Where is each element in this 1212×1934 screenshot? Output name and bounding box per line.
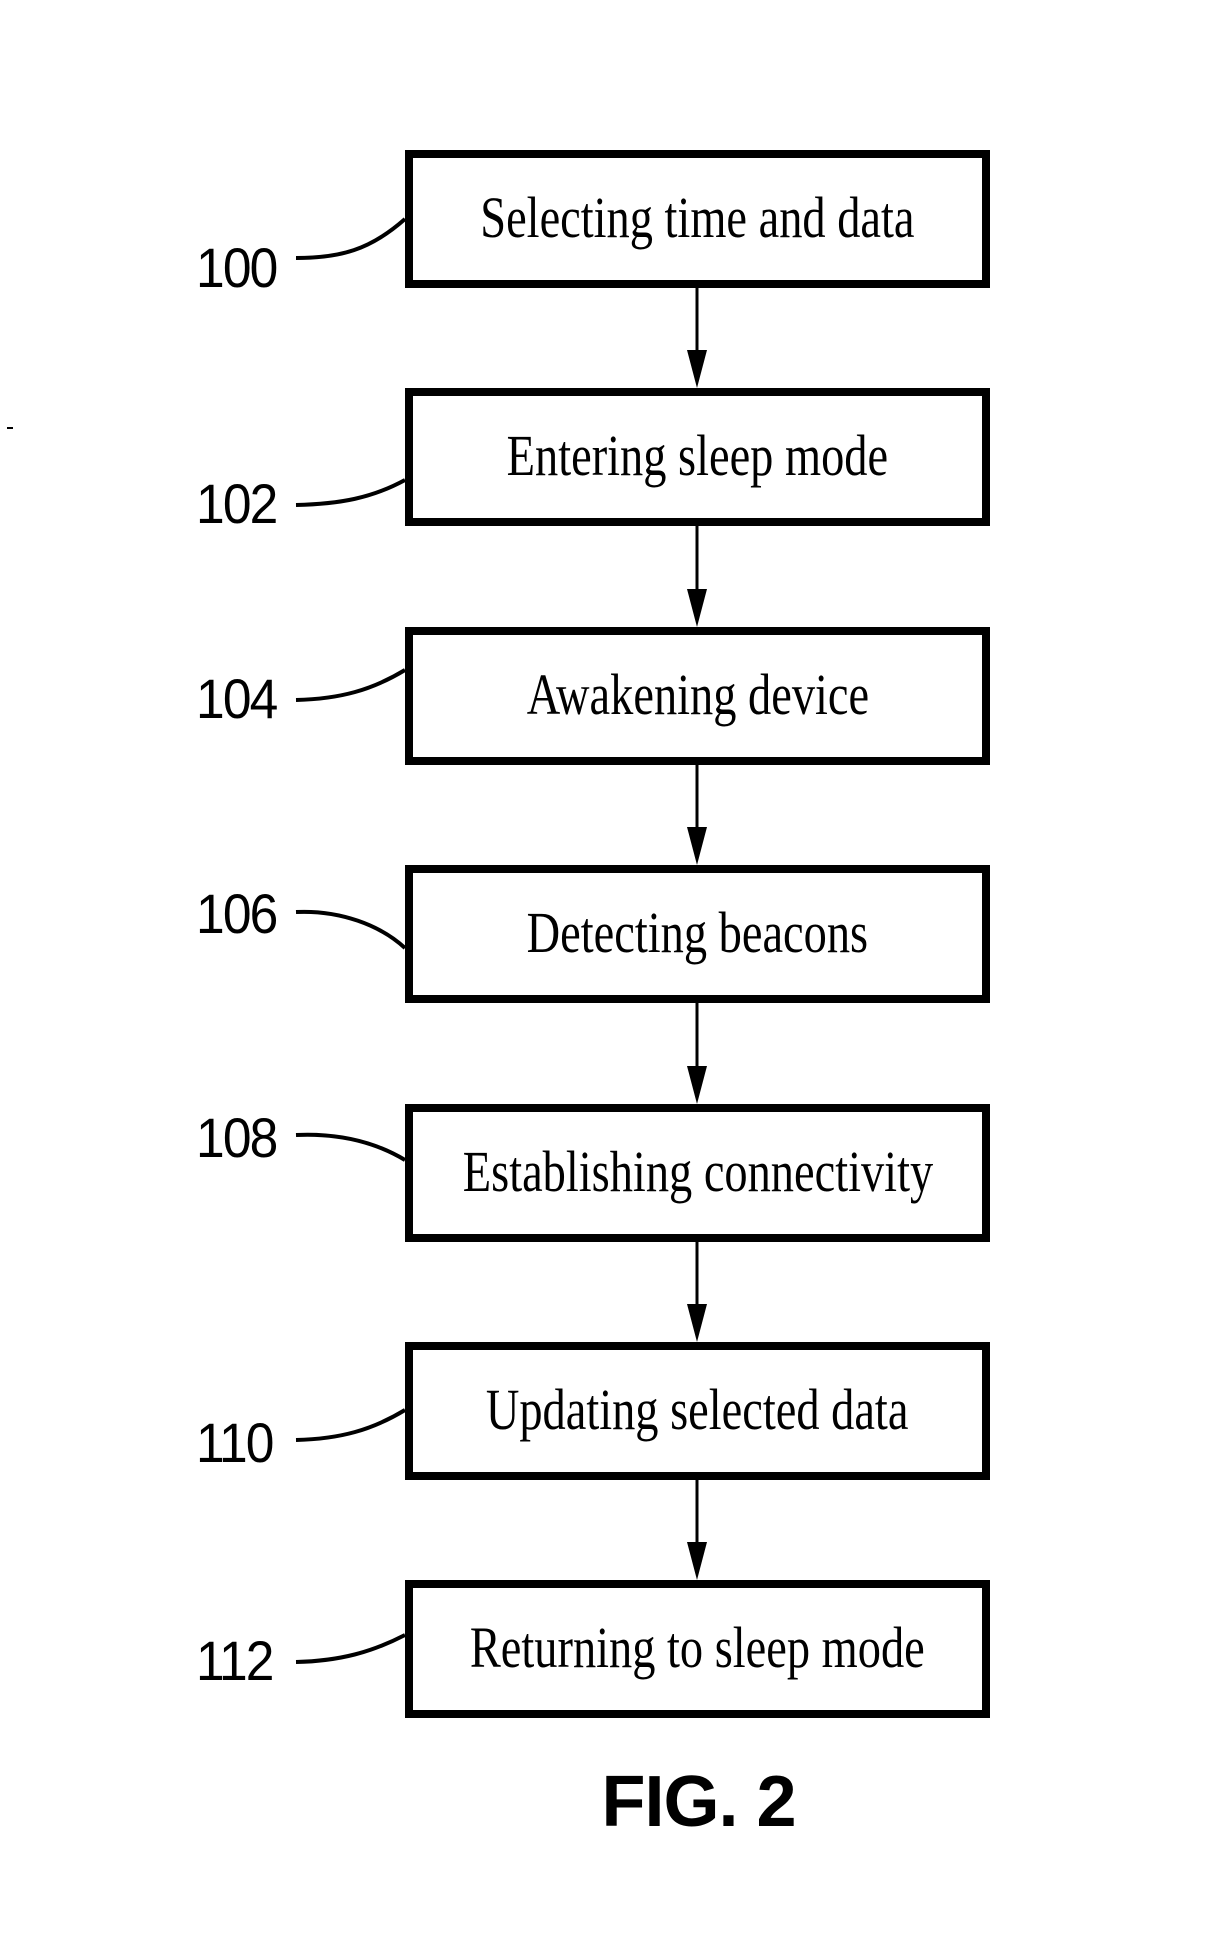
- step-label: Awakening device: [526, 662, 869, 727]
- leader-line: [295, 478, 406, 507]
- step-label: Entering sleep mode: [506, 423, 889, 488]
- reference-numeral-112: 112: [196, 1629, 274, 1692]
- flowchart-diagram: Selecting time and data Entering sleep m…: [0, 0, 1212, 1934]
- step-label: Establishing connectivity: [462, 1139, 933, 1204]
- reference-numeral-104: 104: [196, 667, 278, 730]
- leader-line: [295, 668, 407, 702]
- reference-numeral-108: 108: [196, 1106, 278, 1169]
- reference-numeral-106: 106: [196, 882, 278, 945]
- step-box-112: Returning to sleep mode: [405, 1580, 990, 1718]
- step-label: Selecting time and data: [480, 185, 915, 250]
- reference-numeral-100: 100: [196, 236, 278, 299]
- reference-numeral-110: 110: [196, 1411, 274, 1474]
- arrowhead-icon: [687, 1542, 707, 1580]
- step-label: Detecting beacons: [526, 900, 869, 965]
- step-label: Updating selected data: [486, 1377, 909, 1442]
- leader-line: [295, 1132, 407, 1162]
- leader-line: [295, 1408, 407, 1442]
- step-label: Returning to sleep mode: [470, 1615, 925, 1680]
- step-box-110: Updating selected data: [405, 1342, 990, 1480]
- leader-line: [295, 909, 407, 950]
- figure-caption: FIG. 2: [601, 1762, 796, 1842]
- step-box-108: Establishing connectivity: [405, 1104, 990, 1242]
- step-box-100: Selecting time and data: [405, 150, 990, 288]
- step-box-102: Entering sleep mode: [405, 388, 990, 526]
- arrowhead-icon: [687, 589, 707, 627]
- step-box-106: Detecting beacons: [405, 865, 990, 1003]
- arrowhead-icon: [687, 1304, 707, 1342]
- step-box-104: Awakening device: [405, 627, 990, 765]
- leader-line: [295, 1633, 406, 1664]
- arrowhead-icon: [687, 350, 707, 388]
- reference-numeral-102: 102: [196, 472, 278, 535]
- leader-line: [295, 217, 407, 260]
- arrowhead-icon: [687, 827, 707, 865]
- arrowhead-icon: [687, 1066, 707, 1104]
